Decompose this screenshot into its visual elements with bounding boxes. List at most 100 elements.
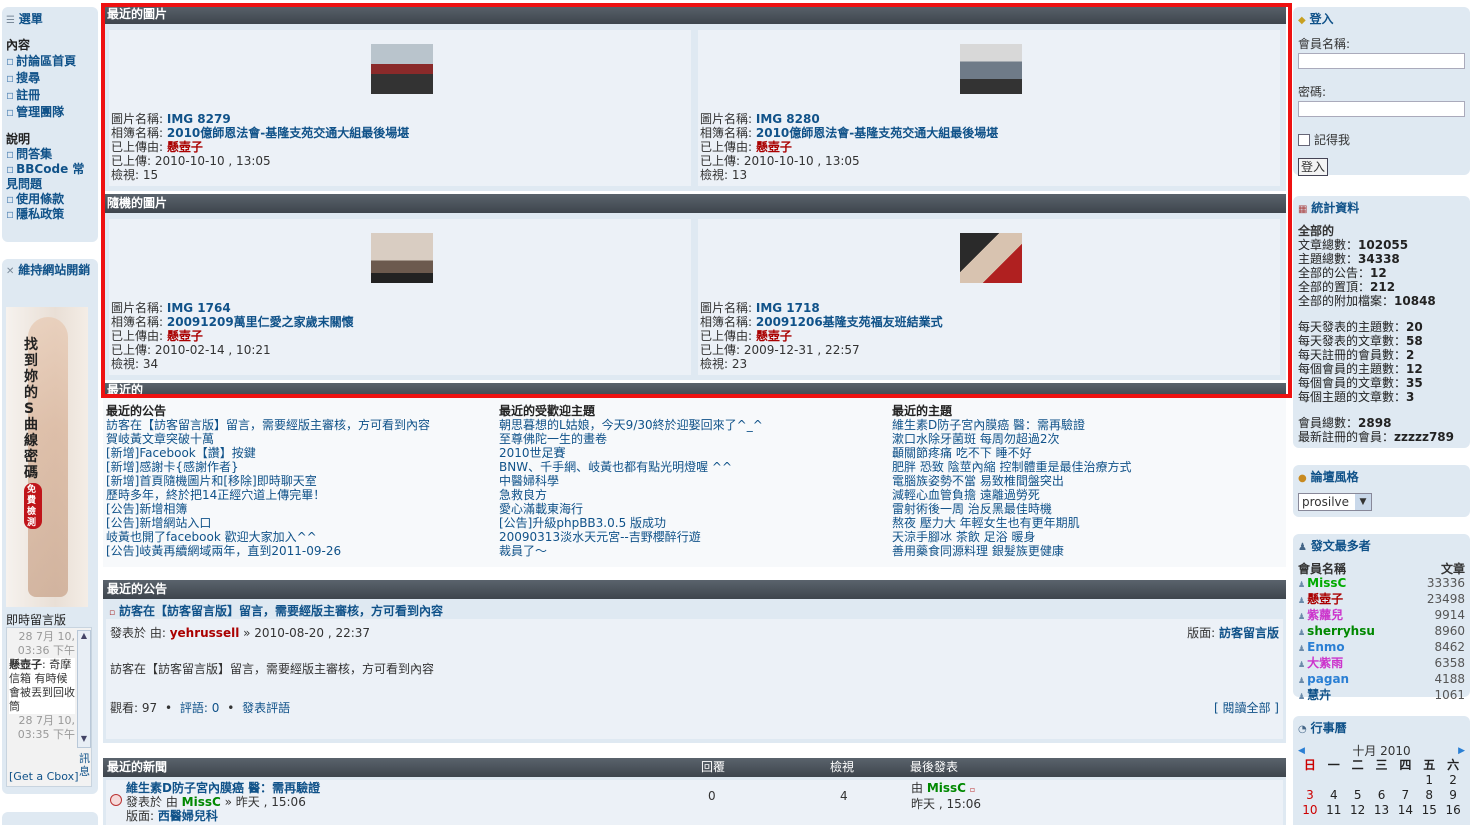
calendar-day[interactable]: 15	[1417, 803, 1441, 818]
top-poster-name-link[interactable]: 慧卉	[1307, 688, 1331, 702]
calendar-day[interactable]: 13	[1370, 803, 1394, 818]
goto-post-icon[interactable]: ▫	[970, 785, 975, 794]
author-link[interactable]: yehrussell	[170, 626, 240, 640]
recent-list-link[interactable]: 裁員了～	[499, 544, 889, 558]
calendar-day[interactable]: 1	[1417, 773, 1441, 788]
news-topic-link[interactable]: 維生素D防子宮內膜癌 醫：需再驗證	[126, 781, 320, 795]
calendar-day[interactable]: 2	[1441, 773, 1465, 788]
password-input[interactable]	[1298, 101, 1465, 117]
recent-list-link[interactable]: 歷時多年，終於把14正經穴道上傳完畢！	[106, 488, 496, 502]
top-poster-name-link[interactable]: pagan	[1307, 672, 1349, 686]
cbox-link[interactable]: [Get a Cbox]	[9, 770, 79, 783]
recent-list-link[interactable]: 顳關節疼痛 吃不下 睡不好	[892, 446, 1282, 460]
announcement-topic-link[interactable]: 訪客在【訪客留言版】留言，需要經版主審核，方可看到內容	[119, 604, 443, 618]
recent-list-link[interactable]: 漱口水除牙菌斑 每周勿超過2次	[892, 432, 1282, 446]
uploader-link[interactable]: 懸壺子	[167, 329, 203, 343]
news-author-link[interactable]: MissC	[182, 795, 221, 809]
help-item-2[interactable]: 使用條款	[6, 192, 94, 207]
next-month-icon[interactable]: ▶	[1458, 744, 1465, 758]
recent-list-link[interactable]: [公告]新增相簿	[106, 502, 496, 516]
image-name-link[interactable]: IMG 1718	[756, 301, 820, 315]
recent-list-link[interactable]: 20090313淡水天元宮--吉野櫻醉行遊	[499, 530, 889, 544]
calendar-day[interactable]: 9	[1441, 788, 1465, 803]
uploader-link[interactable]: 懸壺子	[756, 329, 792, 343]
post-comment-link[interactable]: 發表評語	[242, 701, 290, 715]
top-poster-name-link[interactable]: Enmo	[1307, 640, 1345, 654]
recent-list-link[interactable]: 至尊佛陀一生的畫卷	[499, 432, 889, 446]
recent-list-link[interactable]: 岐黃也開了facebook 歡迎大家加入^^	[106, 530, 496, 544]
news-forum-link[interactable]: 西醫婦兒科	[158, 809, 218, 823]
calendar-day[interactable]: 12	[1346, 803, 1370, 818]
image-thumbnail[interactable]	[960, 233, 1022, 283]
username-input[interactable]	[1298, 53, 1465, 69]
comments-link[interactable]: 評語: 0	[180, 701, 220, 715]
help-item-1[interactable]: BBCode 常見問題	[6, 162, 94, 192]
image-name-link[interactable]: IMG 8280	[756, 112, 820, 126]
menu-item-0[interactable]: 討論區首頁	[6, 53, 94, 70]
menu-item-1[interactable]: 搜尋	[6, 70, 94, 87]
recent-list-link[interactable]: 急救良方	[499, 488, 889, 502]
image-name-link[interactable]: IMG 8279	[167, 112, 231, 126]
calendar-day[interactable]: 5	[1346, 788, 1370, 803]
scroll-up-icon[interactable]: ▲	[78, 631, 90, 644]
recent-list-link[interactable]: 天涼手腳冰 茶飲 足浴 暖身	[892, 530, 1282, 544]
chevron-down-icon[interactable]: ▼	[1355, 494, 1371, 510]
recent-list-link[interactable]: 善用藥食同源料理 銀髮族更健康	[892, 544, 1282, 558]
ad-banner[interactable]: 找到妳的S曲線密碼 免費檢測	[6, 307, 88, 607]
image-name-link[interactable]: IMG 1764	[167, 301, 231, 315]
remember-checkbox[interactable]	[1298, 133, 1310, 146]
recent-list-link[interactable]: [新增]Facebook【讚】按鍵	[106, 446, 496, 460]
image-thumbnail[interactable]	[960, 44, 1022, 94]
calendar-day[interactable]: 10	[1298, 803, 1322, 818]
scroll-down-icon[interactable]: ▼	[78, 734, 90, 747]
calendar-day[interactable]: 14	[1393, 803, 1417, 818]
style-select[interactable]: prosilve ▼	[1298, 493, 1372, 511]
recent-list-link[interactable]: 電腦族姿勢不當 易致椎間盤突出	[892, 474, 1282, 488]
help-item-3[interactable]: 隱私政策	[6, 207, 94, 222]
recent-list-link[interactable]: [公告]新增網站入口	[106, 516, 496, 530]
top-poster-name-link[interactable]: 懸壺子	[1307, 592, 1343, 606]
news-last-author-link[interactable]: MissC	[927, 781, 966, 795]
login-button[interactable]: 登入	[1298, 158, 1328, 176]
cbox-scrollbar[interactable]: ▲ ▼	[77, 630, 91, 748]
album-link[interactable]: 2010億師恩法會-基隆支苑交通大組最後場堪	[167, 126, 409, 140]
recent-list-link[interactable]: [公告]升級phpBB3.0.5 版成功	[499, 516, 889, 530]
recent-list-link[interactable]: 維生素D防子宮內膜癌 醫：需再驗證	[892, 418, 1282, 432]
calendar-day[interactable]: 7	[1393, 788, 1417, 803]
calendar-day[interactable]: 4	[1322, 788, 1346, 803]
recent-list-link[interactable]: 愛心滿載東海行	[499, 502, 889, 516]
calendar-day[interactable]: 16	[1441, 803, 1465, 818]
recent-list-link[interactable]: 減輕心血管負擔 遠離過勞死	[892, 488, 1282, 502]
top-poster-name-link[interactable]: MissC	[1307, 576, 1346, 590]
recent-list-link[interactable]: 朝思暮想的L姑娘，今天9/30終於迎娶回來了^_^	[499, 418, 889, 432]
top-poster-name-link[interactable]: sherryhsu	[1307, 624, 1375, 638]
album-link[interactable]: 2010億師恩法會-基隆支苑交通大組最後場堪	[756, 126, 998, 140]
image-thumbnail[interactable]	[371, 233, 433, 283]
read-all-link[interactable]: [ 閱讀全部 ]	[1214, 699, 1279, 716]
uploader-link[interactable]: 懸壺子	[167, 140, 203, 154]
album-link[interactable]: 20091206基隆支苑福友班結業式	[756, 315, 943, 329]
calendar-day[interactable]: 3	[1298, 788, 1322, 803]
top-poster-name-link[interactable]: 紫蘿兒	[1307, 608, 1343, 622]
image-thumbnail[interactable]	[371, 44, 433, 94]
recent-list-link[interactable]: 中醫婦科學	[499, 474, 889, 488]
recent-list-link[interactable]: 賀岐黃文章突破十萬	[106, 432, 496, 446]
recent-list-link[interactable]: [新增]首頁隨機圖片和[移除]即時聊天室	[106, 474, 496, 488]
menu-item-2[interactable]: 註冊	[6, 87, 94, 104]
recent-list-link[interactable]: [公告]岐黃再續網域兩年，直到2011-09-26	[106, 544, 496, 558]
recent-list-link[interactable]: 訪客在【訪客留言版】留言，需要經版主審核，方可看到內容	[106, 418, 496, 432]
recent-list-link[interactable]: 2010世足賽	[499, 446, 889, 460]
recent-list-link[interactable]: BNW、千手網、岐黃也都有點光明燈喔 ^^	[499, 460, 889, 474]
recent-list-link[interactable]: 肥胖 恐致 陰莖內縮 控制體重是最佳治療方式	[892, 460, 1282, 474]
recent-list-link[interactable]: [新增]感謝卡{感謝作者}	[106, 460, 496, 474]
album-link[interactable]: 20091209萬里仁愛之家歲末關懷	[167, 315, 354, 329]
top-poster-name-link[interactable]: 大紫雨	[1307, 656, 1343, 670]
menu-item-3[interactable]: 管理團隊	[6, 104, 94, 121]
forum-link[interactable]: 訪客留言版	[1219, 626, 1279, 640]
calendar-day[interactable]: 8	[1417, 788, 1441, 803]
recent-list-link[interactable]: 熬夜 壓力大 年輕女生也有更年期肌	[892, 516, 1282, 530]
uploader-link[interactable]: 懸壺子	[756, 140, 792, 154]
help-item-0[interactable]: 問答集	[6, 147, 94, 162]
calendar-day[interactable]: 11	[1322, 803, 1346, 818]
prev-month-icon[interactable]: ◀	[1298, 744, 1305, 758]
